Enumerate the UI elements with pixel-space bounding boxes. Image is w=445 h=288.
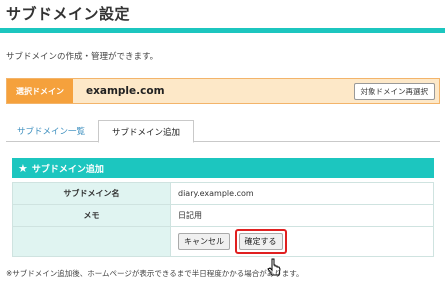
- table-row: メモ 日記用: [12, 204, 434, 227]
- subdomain-form-table: サブドメイン名 diary.example.com メモ 日記用 キャンセル 確…: [12, 182, 434, 257]
- button-cell: キャンセル 確定する: [170, 226, 434, 257]
- subdomain-name-value: diary.example.com: [170, 182, 434, 205]
- selected-domain-value: example.com: [86, 85, 165, 97]
- subdomain-name-label: サブドメイン名: [12, 182, 171, 205]
- section-title: サブドメイン追加: [31, 164, 104, 175]
- table-row: サブドメイン名 diary.example.com: [12, 182, 434, 205]
- reselect-domain-button[interactable]: 対象ドメイン再選択: [353, 83, 435, 100]
- table-row: キャンセル 確定する: [12, 226, 434, 257]
- title-divider: [0, 28, 445, 33]
- tab-subdomain-add[interactable]: サブドメイン追加: [98, 120, 194, 143]
- confirm-highlight: 確定する: [234, 229, 287, 254]
- section-header: ★ サブドメイン追加: [12, 158, 434, 178]
- tab-subdomain-list[interactable]: サブドメイン一覧: [6, 120, 96, 142]
- footnote: ※サブドメイン追加後、ホームページが表示できるまで半日程度かかる場合があります。: [6, 269, 304, 278]
- page-description: サブドメインの作成・管理ができます。: [6, 52, 159, 62]
- memo-value: 日記用: [170, 204, 434, 227]
- memo-label: メモ: [12, 204, 171, 227]
- selected-domain-bar: 選択ドメイン example.com 対象ドメイン再選択: [6, 78, 440, 104]
- subdomain-add-section: ★ サブドメイン追加 サブドメイン名 diary.example.com メモ …: [12, 158, 434, 257]
- button-row-spacer: [12, 226, 171, 257]
- page-title: サブドメイン設定: [6, 5, 131, 23]
- tab-bar: サブドメイン一覧 サブドメイン追加: [6, 120, 440, 143]
- star-icon: ★: [18, 161, 28, 175]
- cancel-button[interactable]: キャンセル: [178, 233, 230, 250]
- selected-domain-label: 選択ドメイン: [7, 79, 73, 103]
- confirm-button[interactable]: 確定する: [238, 233, 283, 250]
